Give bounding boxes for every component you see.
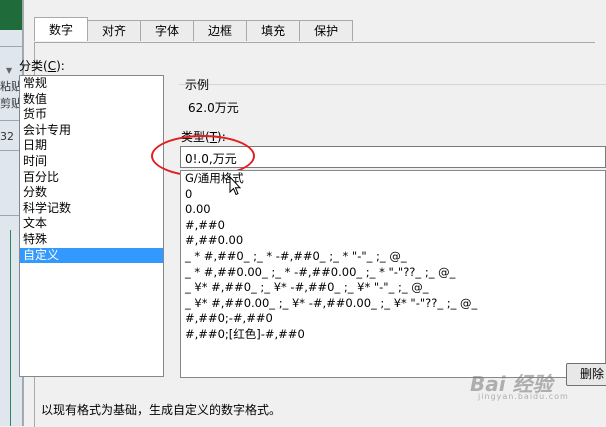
type-label-end: ): [217, 130, 226, 144]
category-list[interactable]: 常规 数值 货币 会计专用 日期 时间 百分比 分数 科学记数 文本 特殊 自定… [19, 75, 164, 377]
format-item[interactable]: G/通用格式 [181, 171, 605, 187]
format-code-list[interactable]: G/通用格式 0 0.00 #,##0 #,##0.00 _ * #,##0_ … [180, 170, 606, 378]
dialog-tabs: 数字 对齐 字体 边框 填充 保护 [34, 17, 354, 42]
hint-text: 以现有格式为基础，生成自定义的数字格式。 [41, 403, 282, 417]
format-item[interactable]: _ * #,##0.00_ ;_ * -#,##0.00_ ;_ * "-"??… [181, 265, 605, 281]
sample-group-box [179, 84, 606, 121]
category-item-percentage[interactable]: 百分比 [20, 170, 163, 186]
font-size-fragment: 32 [0, 130, 14, 143]
category-item-date[interactable]: 日期 [20, 138, 163, 154]
watermark-sub: jingyan.baidu.com [478, 392, 569, 401]
format-item[interactable]: #,##0;-#,##0 [181, 311, 605, 327]
format-item[interactable]: 0 [181, 187, 605, 203]
sheet-gridline [10, 230, 11, 426]
format-item[interactable]: _ ¥* #,##0_ ;_ ¥* -#,##0_ ;_ ¥* "-"_ ;_ … [181, 280, 605, 296]
sample-label: 示例 [185, 78, 210, 92]
tab-font[interactable]: 字体 [140, 20, 195, 41]
tab-alignment[interactable]: 对齐 [87, 20, 142, 41]
format-item[interactable]: #,##0;[红色]-#,##0 [181, 327, 605, 343]
category-item-custom[interactable]: 自定义 [20, 247, 163, 264]
strip-divider [0, 46, 22, 47]
category-item-fraction[interactable]: 分数 [20, 185, 163, 201]
category-item-general[interactable]: 常规 [20, 76, 163, 92]
format-item[interactable]: #,##0.00 [181, 233, 605, 249]
category-label: 分类(C): [19, 57, 65, 74]
category-item-text[interactable]: 文本 [20, 216, 163, 232]
category-item-currency[interactable]: 货币 [20, 107, 163, 123]
category-label-text: 分类( [19, 59, 48, 73]
category-item-accounting[interactable]: 会计专用 [20, 123, 163, 139]
type-label-text: 类型( [181, 130, 210, 144]
tab-protection[interactable]: 保护 [299, 20, 354, 41]
mouse-cursor-icon [229, 176, 241, 196]
format-item[interactable]: 0.00 [181, 202, 605, 218]
category-item-scientific[interactable]: 科学记数 [20, 201, 163, 217]
category-item-time[interactable]: 时间 [20, 154, 163, 170]
category-item-number[interactable]: 数值 [20, 92, 163, 108]
format-item[interactable]: _ ¥* #,##0.00_ ;_ ¥* -#,##0.00_ ;_ ¥* "-… [181, 296, 605, 312]
dropdown-arrow-icon: ▼ [6, 66, 13, 75]
type-input[interactable]: 0!.0,万元 [180, 146, 606, 168]
tab-border[interactable]: 边框 [193, 20, 248, 41]
format-item[interactable]: #,##0 [181, 218, 605, 234]
type-accel-key: T [209, 130, 218, 144]
tab-fill[interactable]: 填充 [246, 20, 301, 41]
delete-button[interactable]: 删除 [566, 363, 606, 386]
category-accel-key: C [47, 59, 57, 73]
category-item-special[interactable]: 特殊 [20, 232, 163, 248]
ribbon-edge [0, 0, 22, 30]
sample-value: 62.0万元 [188, 101, 239, 115]
tab-number[interactable]: 数字 [34, 17, 89, 41]
format-item[interactable]: _ * #,##0_ ;_ * -#,##0_ ;_ * "-"_ ;_ @_ [181, 249, 605, 265]
type-label: 类型(T): [181, 128, 226, 145]
category-label-end: ): [56, 59, 65, 73]
baidu-watermark: Bai 经验 jingyan.baidu.com [470, 368, 568, 401]
